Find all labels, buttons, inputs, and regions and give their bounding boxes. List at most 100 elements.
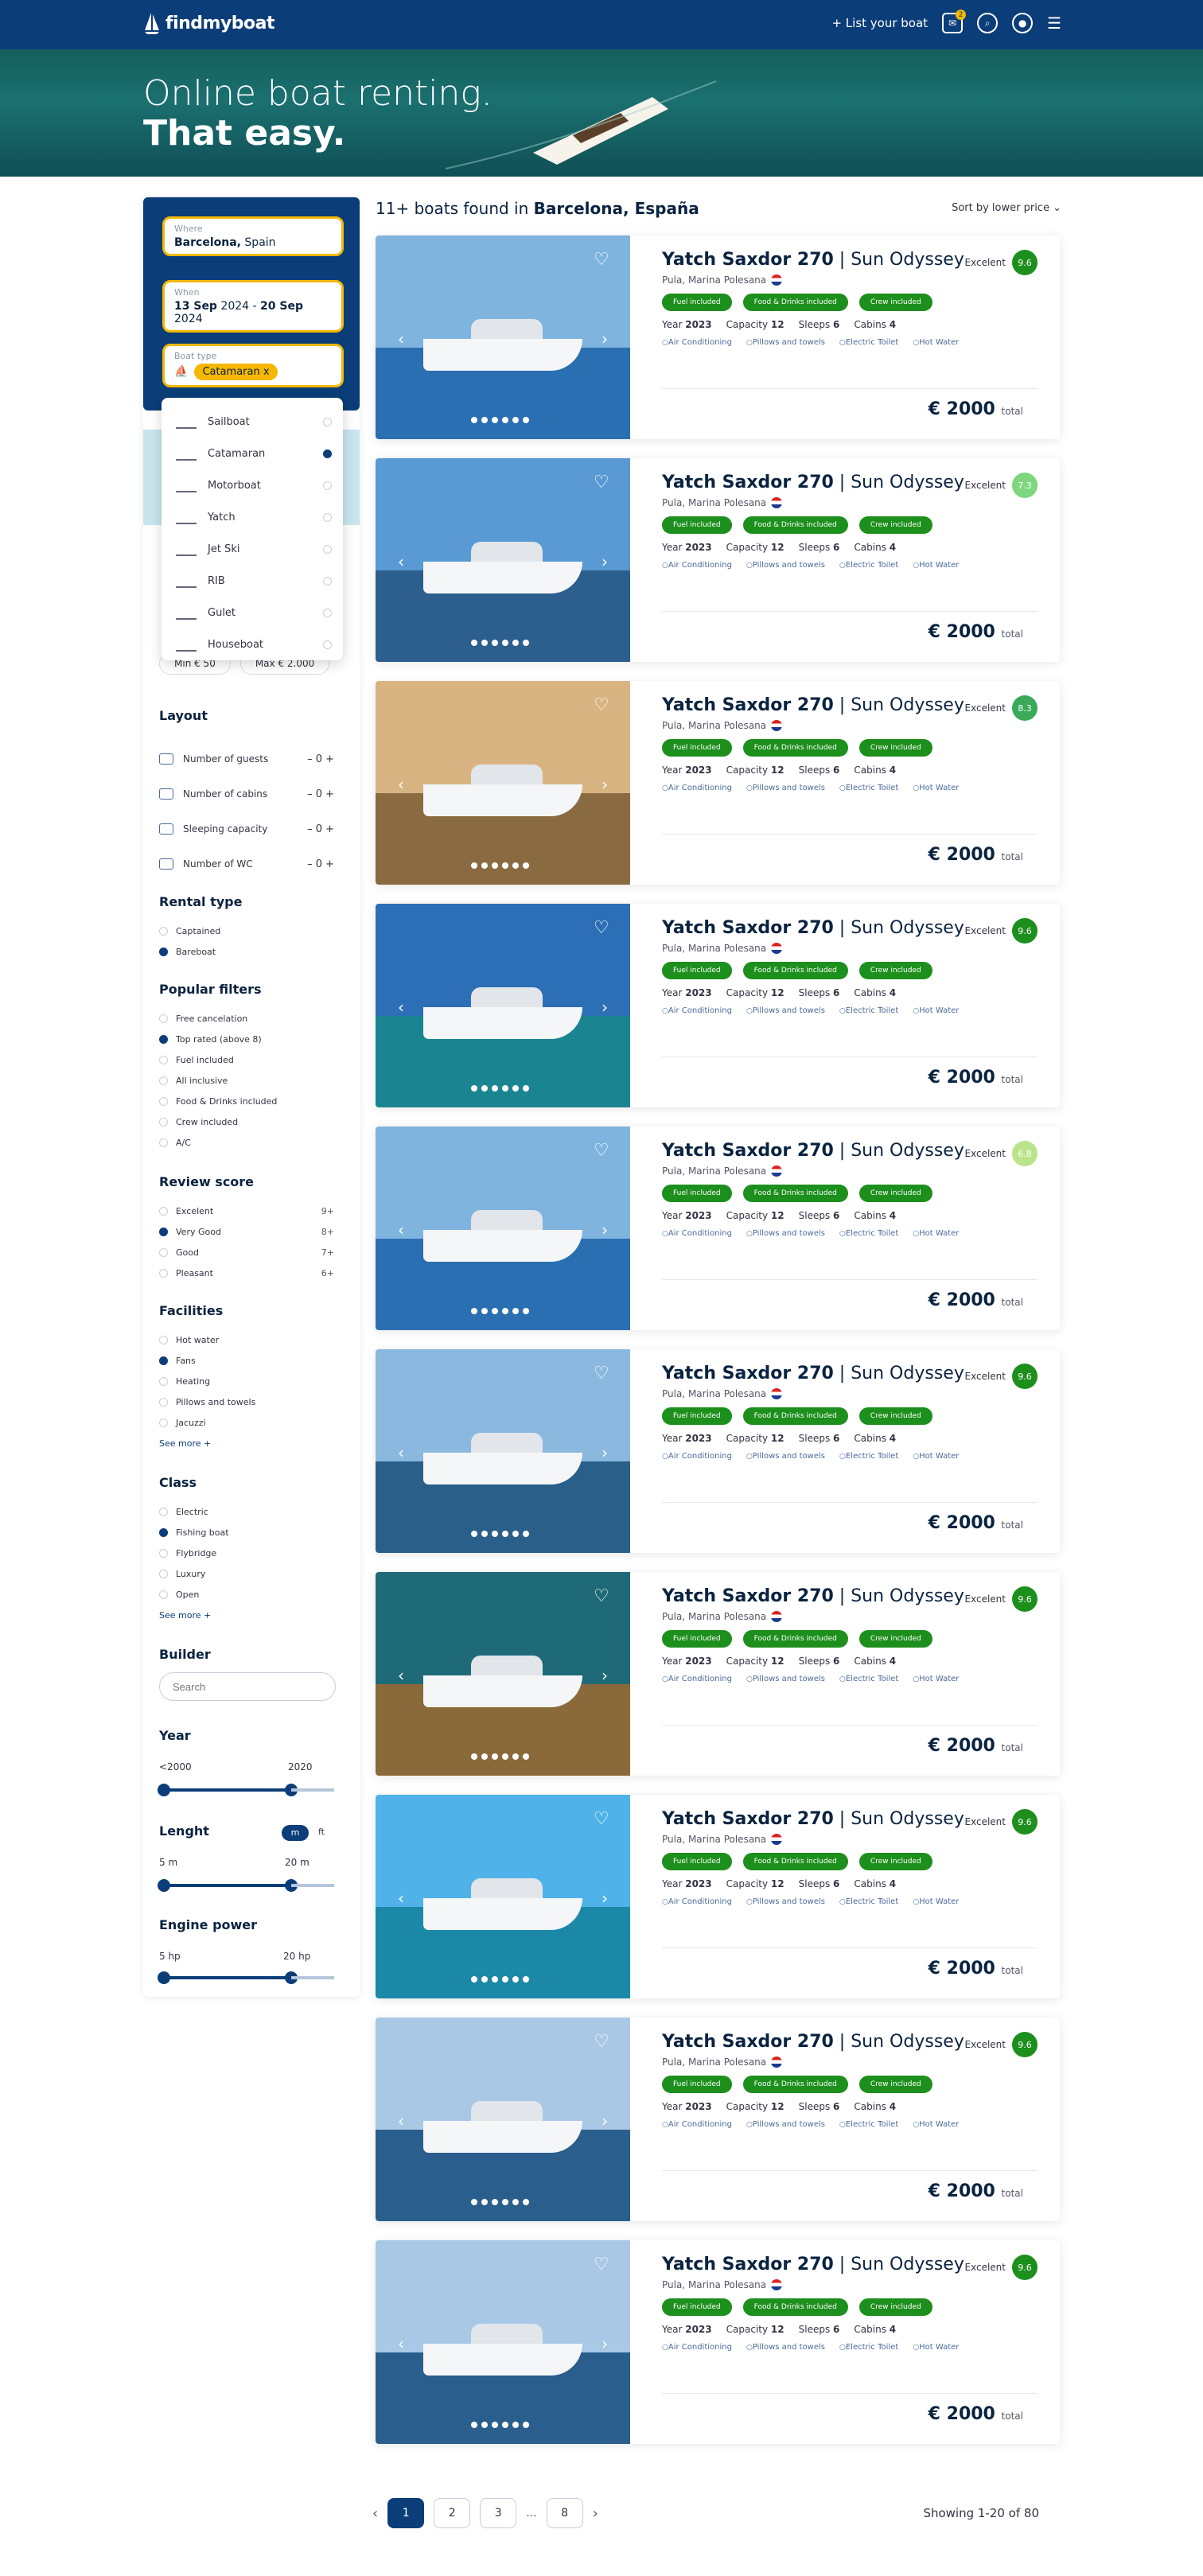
- favorite-heart-icon[interactable]: ♡: [594, 1809, 614, 1829]
- counter-stepper[interactable]: – 0 +: [307, 823, 334, 835]
- prev-page-icon[interactable]: ‹: [372, 2505, 378, 2522]
- list-your-boat-link[interactable]: + List your boat: [831, 16, 928, 30]
- favorite-heart-icon[interactable]: ♡: [594, 473, 614, 492]
- rental-option[interactable]: Bareboat: [159, 945, 334, 958]
- boat-photo-carousel[interactable]: ♡ ‹ ›: [376, 904, 630, 1107]
- filter-radio[interactable]: [159, 1268, 168, 1278]
- boat-type-chip[interactable]: Catamaran x: [194, 364, 278, 380]
- filter-radio[interactable]: [159, 1247, 168, 1257]
- boat-photo-carousel[interactable]: ♡ ‹ ›: [376, 2240, 630, 2444]
- carousel-prev-icon[interactable]: ‹: [398, 2334, 404, 2353]
- popular-option[interactable]: Top rated (above 8): [159, 1033, 334, 1045]
- filter-radio[interactable]: [159, 1055, 168, 1064]
- popular-option[interactable]: A/C: [159, 1136, 334, 1149]
- search-icon[interactable]: ⌕: [977, 13, 999, 33]
- filter-radio[interactable]: [159, 1569, 168, 1578]
- filter-radio[interactable]: [159, 926, 168, 936]
- rental-option[interactable]: Captained: [159, 924, 334, 937]
- engine-slider-min-handle[interactable]: [158, 1971, 170, 1984]
- facilities-option[interactable]: Jacuzzi: [159, 1416, 334, 1429]
- notification-icon[interactable]: ✉ 2: [942, 10, 967, 33]
- carousel-prev-icon[interactable]: ‹: [398, 775, 404, 794]
- length-unit-toggle-ft[interactable]: ft: [318, 1827, 325, 1837]
- carousel-dots[interactable]: [471, 2199, 529, 2205]
- carousel-dots[interactable]: [471, 1976, 529, 1983]
- where-field[interactable]: Where Barcelona, Spain: [162, 216, 344, 256]
- boat-type-radio[interactable]: [323, 449, 332, 458]
- boat-type-radio[interactable]: [323, 544, 332, 554]
- carousel-dots[interactable]: [471, 2422, 529, 2428]
- boat-photo-carousel[interactable]: ♡ ‹ ›: [376, 1127, 630, 1330]
- carousel-dots[interactable]: [471, 862, 529, 869]
- class-option[interactable]: Flybridge: [159, 1547, 334, 1559]
- boat-photo-carousel[interactable]: ♡ ‹ ›: [376, 1572, 630, 1776]
- carousel-dots[interactable]: [471, 1753, 529, 1760]
- filter-radio[interactable]: [159, 1376, 168, 1386]
- popular-option[interactable]: Free cancelation: [159, 1012, 334, 1025]
- page-button[interactable]: 3: [480, 2498, 517, 2528]
- boat-photo-carousel[interactable]: ♡ ‹ ›: [376, 681, 630, 885]
- facilities-see-more[interactable]: See more +: [159, 1438, 211, 1449]
- carousel-next-icon[interactable]: ›: [602, 998, 608, 1017]
- boat-listing-card[interactable]: ♡ ‹ › Yatch Saxdor 270 | Sun Odyssey Pula, M…: [376, 904, 1060, 1107]
- boat-photo-carousel[interactable]: ♡ ‹ ›: [376, 1349, 630, 1553]
- popular-option[interactable]: Crew included: [159, 1115, 334, 1128]
- favorite-heart-icon[interactable]: ♡: [594, 250, 614, 270]
- boat-type-option[interactable]: RIB: [176, 565, 332, 597]
- carousel-dots[interactable]: [471, 1085, 529, 1091]
- menu-icon[interactable]: ☰: [1047, 14, 1061, 33]
- favorite-heart-icon[interactable]: ♡: [594, 695, 614, 715]
- filter-radio[interactable]: [159, 1034, 168, 1044]
- filter-radio[interactable]: [159, 1418, 168, 1427]
- page-button[interactable]: 2: [434, 2498, 471, 2528]
- boat-listing-card[interactable]: ♡ ‹ › Yatch Saxdor 270 | Sun Odyssey Pula, M…: [376, 681, 1060, 885]
- facilities-option[interactable]: Heating: [159, 1375, 334, 1387]
- filter-radio[interactable]: [159, 1096, 168, 1106]
- class-option[interactable]: Luxury: [159, 1567, 334, 1580]
- boat-listing-card[interactable]: ♡ ‹ › Yatch Saxdor 270 | Sun Odyssey Pula, M…: [376, 1349, 1060, 1553]
- engine-slider[interactable]: [158, 1971, 334, 1984]
- boat-photo-carousel[interactable]: ♡ ‹ ›: [376, 1795, 630, 1998]
- length-slider[interactable]: [158, 1879, 334, 1892]
- boat-listing-card[interactable]: ♡ ‹ › Yatch Saxdor 270 | Sun Odyssey Pula, M…: [376, 1127, 1060, 1330]
- page-button[interactable]: 1: [387, 2498, 425, 2528]
- boat-photo-carousel[interactable]: ♡ ‹ ›: [376, 458, 630, 662]
- boat-type-radio[interactable]: [323, 576, 332, 586]
- year-slider-min-handle[interactable]: [158, 1784, 170, 1796]
- favorite-heart-icon[interactable]: ♡: [594, 1586, 614, 1606]
- carousel-prev-icon[interactable]: ‹: [398, 552, 404, 571]
- favorite-heart-icon[interactable]: ♡: [594, 2032, 614, 2052]
- facilities-option[interactable]: Pillows and towels: [159, 1395, 334, 1408]
- carousel-prev-icon[interactable]: ‹: [398, 329, 404, 348]
- filter-radio[interactable]: [159, 1356, 168, 1365]
- class-see-more[interactable]: See more +: [159, 1610, 211, 1621]
- popular-option[interactable]: Fuel included: [159, 1053, 334, 1066]
- counter-stepper[interactable]: – 0 +: [307, 788, 334, 800]
- boat-listing-card[interactable]: ♡ ‹ › Yatch Saxdor 270 | Sun Odyssey Pula, M…: [376, 1795, 1060, 1998]
- filter-radio[interactable]: [159, 1335, 168, 1344]
- boat-type-radio[interactable]: [323, 417, 332, 426]
- facilities-option[interactable]: Fans: [159, 1354, 334, 1367]
- boat-type-option[interactable]: Gulet: [176, 597, 332, 628]
- carousel-next-icon[interactable]: ›: [602, 1220, 608, 1239]
- carousel-next-icon[interactable]: ›: [602, 1889, 608, 1908]
- boat-listing-card[interactable]: ♡ ‹ › Yatch Saxdor 270 | Sun Odyssey Pula, M…: [376, 235, 1060, 439]
- carousel-prev-icon[interactable]: ‹: [398, 1666, 404, 1685]
- filter-radio[interactable]: [159, 1227, 168, 1236]
- carousel-prev-icon[interactable]: ‹: [398, 998, 404, 1017]
- filter-radio[interactable]: [159, 1527, 168, 1537]
- counter-stepper[interactable]: – 0 +: [307, 858, 334, 870]
- boat-type-radio[interactable]: [323, 512, 332, 522]
- boat-type-option[interactable]: Motorboat: [176, 469, 332, 501]
- carousel-next-icon[interactable]: ›: [602, 775, 608, 794]
- class-option[interactable]: Electric: [159, 1505, 334, 1518]
- carousel-next-icon[interactable]: ›: [602, 552, 608, 571]
- boat-type-radio[interactable]: [323, 481, 332, 490]
- carousel-dots[interactable]: [471, 417, 529, 423]
- review-option[interactable]: Good 7+: [159, 1246, 334, 1259]
- boat-type-option[interactable]: Sailboat: [176, 406, 332, 438]
- boat-type-field[interactable]: Boat type ⛵ Catamaran x: [162, 344, 344, 387]
- user-icon[interactable]: ●: [1012, 13, 1034, 33]
- builder-search-input[interactable]: [159, 1672, 336, 1701]
- carousel-prev-icon[interactable]: ‹: [398, 1889, 404, 1908]
